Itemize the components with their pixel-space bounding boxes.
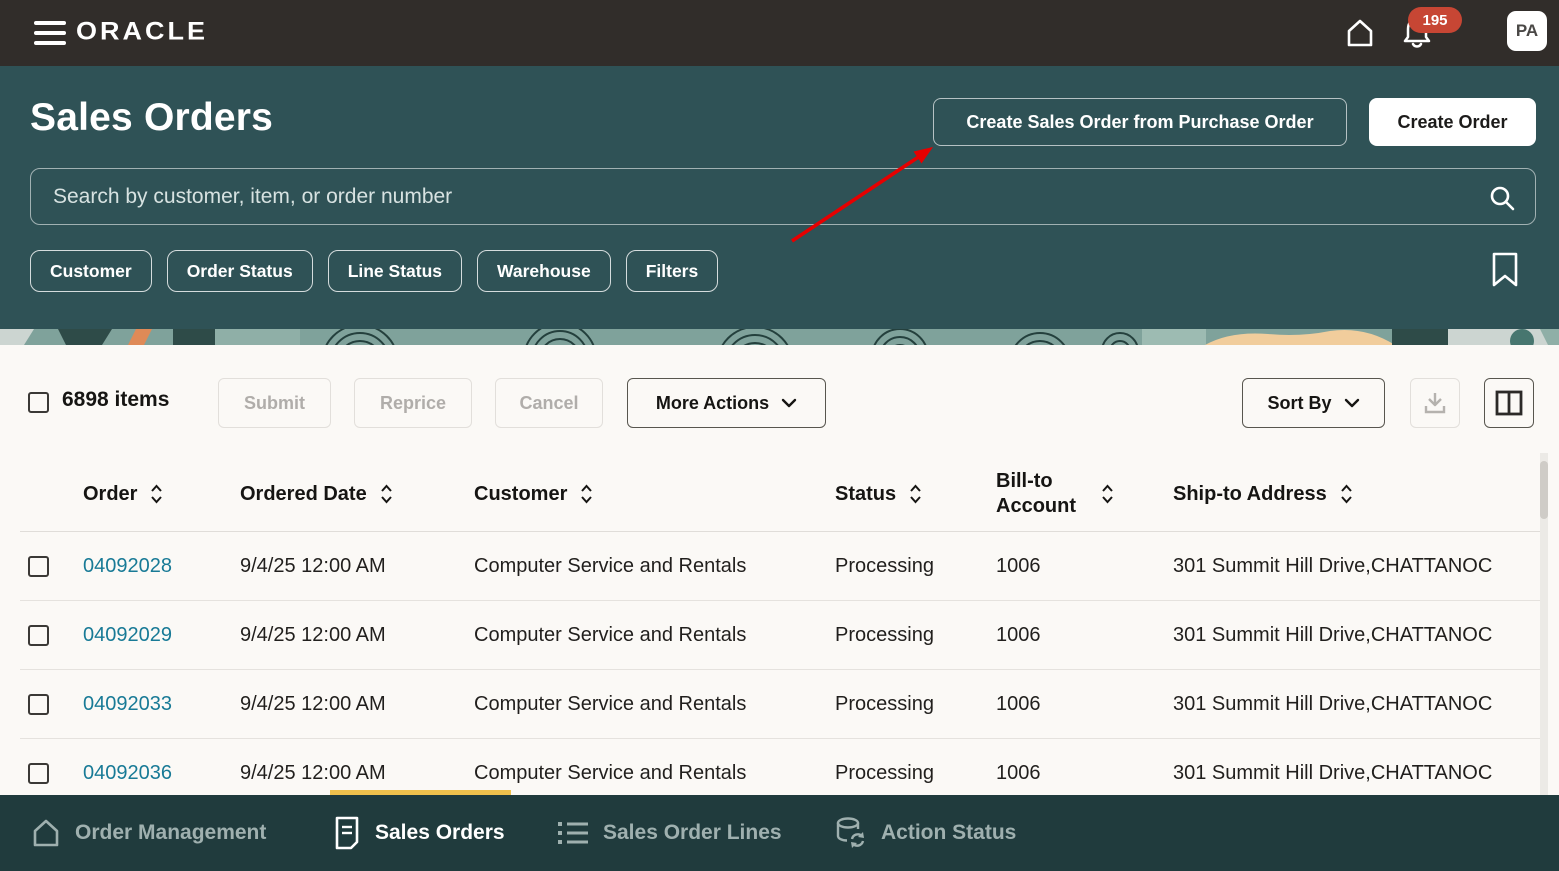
create-sales-order-from-purchase-order-button[interactable]: Create Sales Order from Purchase Order [933, 98, 1347, 146]
customer-cell: Computer Service and Rentals [474, 693, 835, 716]
column-header-status[interactable]: Status [835, 483, 996, 506]
order-number-link[interactable]: 04092036 [83, 762, 172, 784]
filter-chips: Customer Order Status Line Status Wareho… [30, 250, 718, 292]
ship-to-address-cell: 301 Summit Hill Drive,CHATTANOC [1173, 555, 1540, 578]
customer-cell: Computer Service and Rentals [474, 624, 835, 647]
search-button[interactable] [1485, 181, 1519, 215]
chip-customer[interactable]: Customer [30, 250, 152, 292]
tab-action-status[interactable]: Action Status [834, 795, 1016, 871]
decorative-pattern-band [0, 329, 1559, 345]
sales-orders-table: Order Ordered Date Customer Status Bill-… [20, 457, 1540, 795]
status-cell: Processing [835, 555, 996, 578]
table-row: 04092036 9/4/25 12:00 AM Computer Servic… [20, 739, 1540, 795]
split-panel-button[interactable] [1484, 378, 1534, 428]
table-row: 04092028 9/4/25 12:00 AM Computer Servic… [20, 532, 1540, 601]
create-order-button[interactable]: Create Order [1369, 98, 1536, 146]
table-header-row: Order Ordered Date Customer Status Bill-… [20, 457, 1540, 532]
search-icon [1488, 184, 1516, 212]
tab-order-management[interactable]: Order Management [30, 795, 266, 871]
ordered-date-cell: 9/4/25 12:00 AM [240, 555, 474, 578]
sort-icon[interactable] [909, 484, 922, 504]
chip-order-status[interactable]: Order Status [167, 250, 313, 292]
status-cell: Processing [835, 624, 996, 647]
download-icon [1422, 390, 1448, 416]
row-checkbox[interactable] [28, 625, 49, 646]
chevron-down-icon [781, 398, 797, 408]
search-bar [30, 168, 1536, 225]
ship-to-address-cell: 301 Summit Hill Drive,CHATTANOC [1173, 624, 1540, 647]
chip-line-status[interactable]: Line Status [328, 250, 462, 292]
home-icon [30, 817, 62, 849]
chip-filters[interactable]: Filters [626, 250, 719, 292]
more-actions-button[interactable]: More Actions [627, 378, 826, 428]
sales-orders-page: ORACLE 195 PA Sales Orders Create Sales … [0, 0, 1559, 871]
download-button[interactable] [1410, 378, 1460, 428]
ship-to-address-cell: 301 Summit Hill Drive,CHATTANOC [1173, 762, 1540, 785]
results-toolbar: 6898 items Submit Reprice Cancel More Ac… [0, 378, 1559, 428]
tab-sales-orders[interactable]: Sales Orders [332, 795, 505, 871]
page-header: Sales Orders Create Sales Order from Pur… [0, 66, 1559, 345]
bottom-navigation-bar: Order Management Sales Orders Sales Orde… [0, 795, 1559, 871]
status-cell: Processing [835, 762, 996, 785]
order-number-link[interactable]: 04092028 [83, 555, 172, 577]
vertical-scrollbar-thumb[interactable] [1540, 461, 1548, 519]
sort-icon[interactable] [150, 484, 163, 504]
column-header-customer[interactable]: Customer [474, 483, 835, 506]
sort-icon[interactable] [1101, 484, 1114, 504]
sort-icon[interactable] [580, 484, 593, 504]
chip-warehouse[interactable]: Warehouse [477, 250, 611, 292]
oracle-logo: ORACLE [76, 17, 208, 46]
row-checkbox[interactable] [28, 694, 49, 715]
customer-cell: Computer Service and Rentals [474, 762, 835, 785]
reprice-button[interactable]: Reprice [354, 378, 472, 428]
table-row: 04092029 9/4/25 12:00 AM Computer Servic… [20, 601, 1540, 670]
sort-by-button[interactable]: Sort By [1242, 378, 1385, 428]
document-icon [332, 816, 362, 850]
search-input[interactable] [31, 169, 1535, 224]
bill-to-account-cell: 1006 [996, 693, 1173, 716]
ordered-date-cell: 9/4/25 12:00 AM [240, 693, 474, 716]
page-title: Sales Orders [30, 96, 273, 140]
row-checkbox[interactable] [28, 556, 49, 577]
list-icon [556, 819, 590, 847]
sort-icon[interactable] [1340, 484, 1353, 504]
status-cell: Processing [835, 693, 996, 716]
select-all-checkbox[interactable] [28, 392, 49, 413]
user-avatar[interactable]: PA [1507, 11, 1547, 51]
top-app-bar: ORACLE 195 PA [0, 0, 1559, 66]
sort-icon[interactable] [380, 484, 393, 504]
bill-to-account-cell: 1006 [996, 624, 1173, 647]
customer-cell: Computer Service and Rentals [474, 555, 835, 578]
database-sync-icon [834, 816, 868, 850]
split-panel-icon [1495, 390, 1523, 416]
hamburger-menu-icon[interactable] [34, 21, 66, 45]
row-checkbox[interactable] [28, 763, 49, 784]
bookmark-button[interactable] [1490, 252, 1524, 290]
home-button[interactable] [1341, 14, 1379, 52]
chevron-down-icon [1344, 398, 1360, 408]
ordered-date-cell: 9/4/25 12:00 AM [240, 762, 474, 785]
tab-sales-order-lines[interactable]: Sales Order Lines [556, 795, 782, 871]
home-icon [1343, 16, 1377, 50]
sort-by-label: Sort By [1267, 393, 1331, 414]
cancel-button[interactable]: Cancel [495, 378, 603, 428]
column-header-ship-to-address[interactable]: Ship-to Address [1173, 483, 1540, 506]
order-number-link[interactable]: 04092029 [83, 624, 172, 646]
column-header-ordered-date[interactable]: Ordered Date [240, 483, 474, 506]
ship-to-address-cell: 301 Summit Hill Drive,CHATTANOC [1173, 693, 1540, 716]
column-header-order[interactable]: Order [83, 483, 240, 506]
table-row: 04092033 9/4/25 12:00 AM Computer Servic… [20, 670, 1540, 739]
submit-button[interactable]: Submit [218, 378, 331, 428]
order-number-link[interactable]: 04092033 [83, 693, 172, 715]
bill-to-account-cell: 1006 [996, 762, 1173, 785]
more-actions-label: More Actions [656, 393, 769, 414]
ordered-date-cell: 9/4/25 12:00 AM [240, 624, 474, 647]
items-count-label: 6898 items [62, 388, 169, 412]
bookmark-icon [1490, 252, 1520, 288]
bill-to-account-cell: 1006 [996, 555, 1173, 578]
column-header-bill-to-account[interactable]: Bill-to Account [996, 469, 1173, 519]
notification-count-badge: 195 [1408, 7, 1462, 33]
content-area: 6898 items Submit Reprice Cancel More Ac… [0, 345, 1559, 795]
